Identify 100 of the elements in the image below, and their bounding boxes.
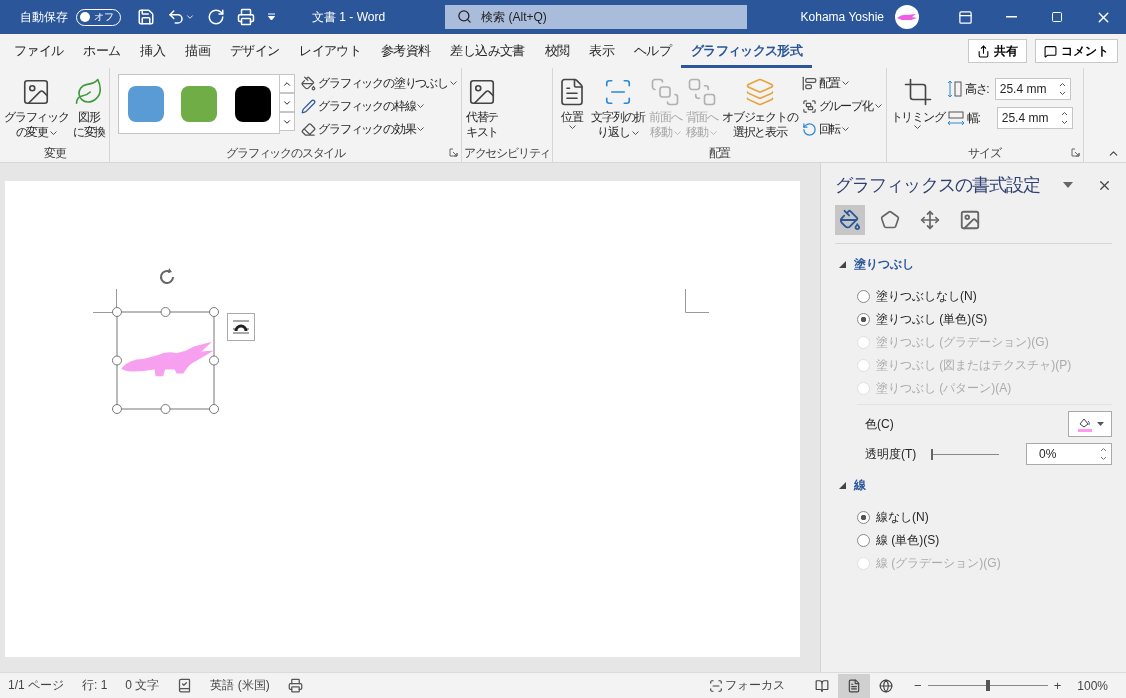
expand-triangle-icon <box>839 261 846 268</box>
save-icon <box>137 8 155 26</box>
comments-button[interactable]: コメント <box>1035 39 1118 63</box>
pane-menu-icon[interactable] <box>1063 182 1073 188</box>
dialog-launcher-icon[interactable] <box>448 148 458 157</box>
share-button[interactable]: 共有 <box>968 39 1027 63</box>
page-icon <box>847 678 862 693</box>
ribbon-button[interactable]: 位置 <box>555 72 590 132</box>
ribbon-tab[interactable]: レイアウト <box>289 34 372 68</box>
maximize-icon <box>1051 11 1063 23</box>
transparency-field[interactable]: 0% <box>1026 443 1112 465</box>
ribbon-button[interactable]: トリミング <box>888 72 947 132</box>
radio-button[interactable] <box>857 290 870 303</box>
width-icon <box>946 110 965 126</box>
ribbon-command[interactable]: 配置 <box>799 72 884 94</box>
ribbon-tab[interactable]: 差し込み文書 <box>440 34 535 68</box>
size-field[interactable]: 25.4 mm <box>996 107 1073 129</box>
send-backward-icon <box>686 77 717 107</box>
ribbon-button[interactable]: 代替テ キスト <box>463 72 501 142</box>
undo-icon <box>167 8 185 26</box>
caret-icon <box>842 126 850 132</box>
eraser-icon <box>301 121 317 137</box>
spin-arrows-icon[interactable] <box>1100 447 1107 461</box>
radio-option[interactable]: 線なし(N) <box>857 506 1112 529</box>
size-field[interactable]: 25.4 mm <box>994 78 1071 100</box>
caret-icon <box>417 126 425 132</box>
spin-arrows-icon[interactable] <box>1058 82 1066 96</box>
zoom-out-button[interactable]: − <box>912 678 924 693</box>
ribbon-button[interactable]: グラフィック の変更 <box>2 72 71 142</box>
size-label: 高さ: <box>964 80 990 98</box>
caret-icon <box>914 125 922 130</box>
ribbon-tab[interactable]: ヘルプ <box>623 34 682 68</box>
style-swatch[interactable] <box>127 86 164 122</box>
caret-icon <box>874 103 882 109</box>
caret-icon <box>710 131 718 136</box>
focus-icon <box>709 678 724 693</box>
avatar <box>894 4 920 30</box>
radio-button[interactable] <box>857 313 870 326</box>
style-swatch[interactable] <box>181 86 218 122</box>
group-label: 配置 <box>708 145 731 162</box>
ribbon-command[interactable]: グラフィックの塗りつぶし <box>299 72 459 94</box>
leaf-icon <box>74 77 104 107</box>
printer-icon[interactable] <box>287 678 303 693</box>
spin-arrows-icon[interactable] <box>1060 111 1068 125</box>
ribbon-tab[interactable]: 参考資料 <box>371 34 441 68</box>
wrap-icon <box>232 319 250 335</box>
color-picker-button[interactable] <box>1068 411 1112 437</box>
ribbon-tab[interactable]: 挿入 <box>130 34 176 68</box>
layers-icon <box>744 77 775 107</box>
ribbon-tab[interactable]: 描画 <box>175 34 220 68</box>
crop-icon <box>902 77 933 107</box>
ribbon-tab[interactable]: 表示 <box>579 34 624 68</box>
user-name: Kohama Yoshie <box>800 10 884 24</box>
align-icon <box>801 75 817 91</box>
ribbon-tab[interactable]: ホーム <box>73 34 131 68</box>
share-icon <box>977 44 990 58</box>
caret-icon <box>267 13 276 21</box>
zoom-level[interactable]: 100% <box>1077 678 1108 693</box>
caret-icon <box>673 131 681 136</box>
radio-option[interactable]: 塗りつぶし (単色)(S) <box>857 308 1112 331</box>
ribbon-tab[interactable]: デザイン <box>219 34 290 68</box>
redo-icon <box>207 8 225 26</box>
printer-icon <box>237 8 255 26</box>
dialog-launcher-icon[interactable] <box>1070 148 1080 157</box>
radio-button[interactable] <box>857 534 870 547</box>
document-title: 文書 1 - Word <box>312 8 386 26</box>
picture-icon <box>959 209 981 231</box>
caret-icon <box>449 80 457 86</box>
ribbon-button[interactable]: 文字列の折 り返し <box>589 72 648 142</box>
print-layout-button[interactable] <box>838 673 871 698</box>
ribbon-command[interactable]: 回転 <box>799 118 884 140</box>
ribbon-button[interactable]: 図形 に変換 <box>70 72 108 142</box>
pen-icon <box>301 98 317 114</box>
ribbon-tab[interactable]: 校閲 <box>534 34 580 68</box>
radio-option[interactable]: 線 (単色)(S) <box>857 529 1112 552</box>
paint-bucket-icon <box>301 75 317 91</box>
search-field[interactable]: 検索 (Alt+Q) <box>445 5 748 29</box>
ribbon-command[interactable]: グラフィックの効果 <box>299 118 459 140</box>
style-swatch[interactable] <box>234 86 271 122</box>
radio-button[interactable] <box>857 511 870 524</box>
ribbon-command[interactable]: グラフィックの枠線 <box>299 95 459 117</box>
bring-forward-icon <box>650 77 681 107</box>
section-header[interactable]: 塗りつぶし <box>839 256 914 273</box>
group-icon <box>801 98 817 114</box>
ribbon-tab[interactable]: ファイル <box>4 34 74 68</box>
proofing-icon[interactable] <box>177 678 193 693</box>
radio-option[interactable]: 塗りつぶしなし(N) <box>857 285 1112 308</box>
pane-tab[interactable] <box>835 205 865 235</box>
autosave-label: 自動保存 <box>20 8 68 26</box>
expand-triangle-icon <box>839 482 846 489</box>
focus-button[interactable]: フォーカス <box>700 673 795 698</box>
ribbon-command[interactable]: グループ化 <box>799 95 884 117</box>
layout-options-button[interactable] <box>227 313 255 341</box>
zoom-in-button[interactable]: + <box>1051 678 1064 693</box>
section-header[interactable]: 線 <box>839 477 866 494</box>
ribbon-button[interactable]: オブジェクトの 選択と表示 <box>720 72 800 142</box>
paint-bucket-icon <box>1076 416 1093 432</box>
pane-title: グラフィックスの書式設定 <box>835 174 1042 197</box>
comment-icon <box>1044 44 1057 58</box>
group-label: グラフィックのスタイル <box>226 145 345 162</box>
